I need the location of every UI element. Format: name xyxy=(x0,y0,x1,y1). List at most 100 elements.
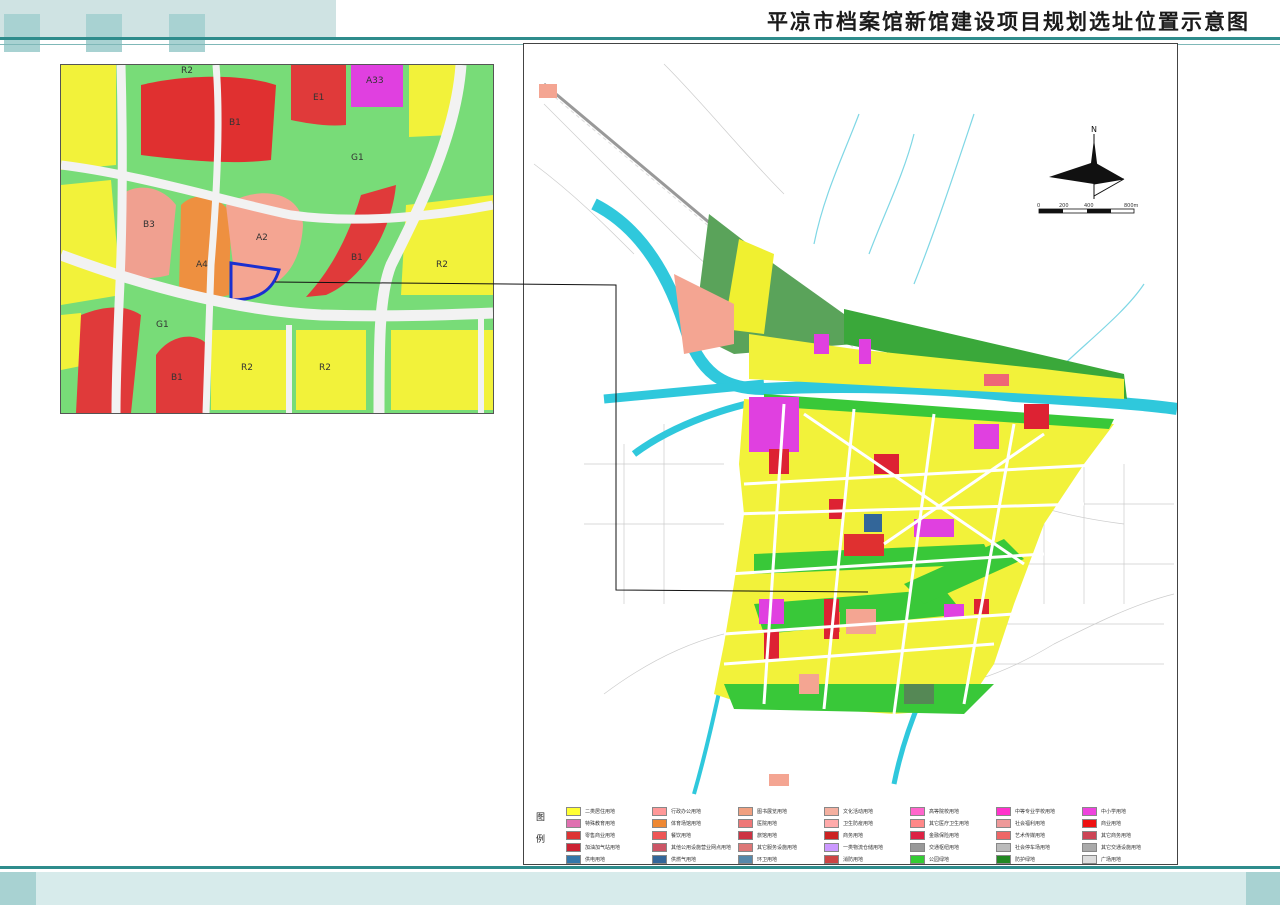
legend-label: 环卫用地 xyxy=(757,857,778,863)
legend-label: 其它交通设施用地 xyxy=(1101,845,1142,851)
legend-swatch xyxy=(566,831,581,840)
legend-item: 高等院校用地 xyxy=(910,807,996,816)
legend-swatch xyxy=(910,855,925,864)
legend-label: 特殊教育用地 xyxy=(585,821,616,827)
legend-label: 加油加气站用地 xyxy=(585,845,621,851)
legend-swatch xyxy=(652,843,667,852)
legend-item: 医院用地 xyxy=(738,819,824,828)
legend-item: 中等专业学校用地 xyxy=(996,807,1082,816)
legend-label: 艺术传媒用地 xyxy=(1015,833,1046,839)
legend-label: 一类物流仓储用地 xyxy=(843,845,884,851)
legend-swatch xyxy=(1082,807,1097,816)
legend-swatch xyxy=(824,843,839,852)
legend-label: 零售商业用地 xyxy=(585,833,616,839)
north-label: N xyxy=(1091,125,1097,134)
legend-swatch xyxy=(566,843,581,852)
legend-swatch xyxy=(738,843,753,852)
footer-band xyxy=(0,872,1280,905)
legend-swatch xyxy=(566,807,581,816)
legend-item: 中小学用地 xyxy=(1082,807,1168,816)
legend-swatch xyxy=(824,819,839,828)
legend-item: 供燃气用地 xyxy=(652,855,738,864)
legend-swatch xyxy=(996,807,1011,816)
legend-swatch xyxy=(738,855,753,864)
zone-label: B1 xyxy=(229,118,241,128)
legend-label: 中等专业学校用地 xyxy=(1015,809,1056,815)
legend-label: 卫生防疫用地 xyxy=(843,821,874,827)
legend-swatch xyxy=(1082,843,1097,852)
zone-label: A2 xyxy=(256,233,268,243)
main-map[interactable]: N 0 200 400 800m 图例 二类居住用地 行政办公用地 图书展览用地 文化… xyxy=(523,43,1178,865)
legend-swatch xyxy=(996,855,1011,864)
legend-swatch xyxy=(910,831,925,840)
legend-item: 二类居住用地 xyxy=(566,807,652,816)
legend-label: 供电用地 xyxy=(585,857,606,863)
legend-item: 交通枢纽用地 xyxy=(910,843,996,852)
legend-label: 行政办公用地 xyxy=(671,809,702,815)
zone-label: R2 xyxy=(181,66,193,76)
header-block xyxy=(4,14,40,52)
legend-label: 体育场馆用地 xyxy=(671,821,702,827)
zone-label: B1 xyxy=(171,373,183,383)
legend-item: 其他公用设施营业网点用地 xyxy=(652,843,738,852)
scale-label: 0 xyxy=(1037,203,1040,209)
legend-swatch xyxy=(738,819,753,828)
legend-label: 公园绿地 xyxy=(929,857,950,863)
legend-item: 社会福利用地 xyxy=(996,819,1082,828)
legend-label: 其它商务用地 xyxy=(1101,833,1132,839)
zone-label: R2 xyxy=(241,363,253,373)
legend-swatch xyxy=(652,819,667,828)
footer-block xyxy=(0,872,36,905)
zone-label: A4 xyxy=(196,260,208,270)
legend-swatch xyxy=(738,807,753,816)
zone-label: E1 xyxy=(313,93,324,103)
legend-item: 供电用地 xyxy=(566,855,652,864)
legend-item: 卫生防疫用地 xyxy=(824,819,910,828)
legend-swatch xyxy=(996,819,1011,828)
legend-swatch xyxy=(910,807,925,816)
header-accent xyxy=(0,0,336,40)
zone-label: R2 xyxy=(436,260,448,270)
legend-label: 金融保险用地 xyxy=(929,833,960,839)
legend-label: 其它医疗卫生用地 xyxy=(929,821,970,827)
legend-swatch xyxy=(996,831,1011,840)
legend-item: 其它服务设施用地 xyxy=(738,843,824,852)
inset-map-canvas: R2 A33 E1 B1 G1 B3 A4 A2 R2 B1 G1 R2 B1 … xyxy=(61,65,493,413)
legend-label: 消防用地 xyxy=(843,857,864,863)
legend-swatch xyxy=(996,843,1011,852)
legend-item: 图书展览用地 xyxy=(738,807,824,816)
zone-label: B1 xyxy=(351,253,363,263)
zone-label: G1 xyxy=(156,320,169,330)
legend-grid: 二类居住用地 行政办公用地 图书展览用地 文化活动用地 高等院校用地 中等专业学校用地 中小… xyxy=(566,807,1168,864)
legend-label: 中小学用地 xyxy=(1101,809,1127,815)
legend-title: 图例 xyxy=(536,813,546,845)
legend-item: 公园绿地 xyxy=(910,855,996,864)
legend-label: 商业用地 xyxy=(1101,821,1122,827)
legend-item: 金融保险用地 xyxy=(910,831,996,840)
legend-item: 社会停车场用地 xyxy=(996,843,1082,852)
header-block xyxy=(86,14,122,52)
legend-label: 医院用地 xyxy=(757,821,778,827)
legend-item: 艺术传媒用地 xyxy=(996,831,1082,840)
legend-item: 零售商业用地 xyxy=(566,831,652,840)
scale-label: 800m xyxy=(1124,203,1139,209)
legend-swatch xyxy=(1082,855,1097,864)
legend-swatch xyxy=(652,807,667,816)
legend-label: 餐饮用地 xyxy=(671,833,692,839)
legend-item: 防护绿地 xyxy=(996,855,1082,864)
legend-item: 广场用地 xyxy=(1082,855,1168,864)
legend-item: 一类物流仓储用地 xyxy=(824,843,910,852)
legend-item: 加油加气站用地 xyxy=(566,843,652,852)
inset-map[interactable]: R2 A33 E1 B1 G1 B3 A4 A2 R2 B1 G1 R2 B1 … xyxy=(60,64,494,414)
legend-item: 商务用地 xyxy=(824,831,910,840)
legend-item: 文化活动用地 xyxy=(824,807,910,816)
legend-item: 餐饮用地 xyxy=(652,831,738,840)
legend-swatch xyxy=(824,855,839,864)
legend-label: 商务用地 xyxy=(843,833,864,839)
legend-label: 交通枢纽用地 xyxy=(929,845,960,851)
scale-label: 200 xyxy=(1059,203,1069,209)
legend-item: 其它医疗卫生用地 xyxy=(910,819,996,828)
legend-item: 消防用地 xyxy=(824,855,910,864)
page-title: 平凉市档案馆新馆建设项目规划选址位置示意图 xyxy=(767,9,1250,34)
zone-label: B3 xyxy=(143,220,155,230)
